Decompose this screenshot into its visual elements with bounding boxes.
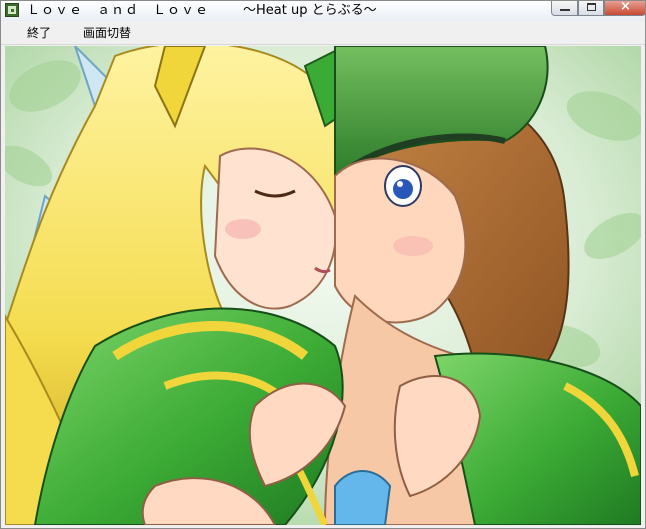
menu-item-exit[interactable]: 終了: [27, 25, 51, 41]
minimize-button[interactable]: [551, 1, 578, 16]
menu-bar: 終了 画面切替: [1, 22, 645, 45]
app-icon[interactable]: [5, 3, 19, 17]
title-bar[interactable]: Ｌｏｖｅ ａｎｄ Ｌｏｖｅ ～Heat up とらぶる～ ×: [1, 1, 645, 21]
game-viewport[interactable]: [5, 46, 641, 525]
window-title: Ｌｏｖｅ ａｎｄ Ｌｏｖｅ: [27, 3, 210, 18]
close-button[interactable]: ×: [604, 0, 645, 16]
close-icon: ×: [620, 0, 631, 14]
application-window: Ｌｏｖｅ ａｎｄ Ｌｏｖｅ ～Heat up とらぶる～ × 終了 画面切替: [0, 0, 646, 529]
maximize-icon: [587, 3, 596, 11]
blue-cloth: [334, 470, 392, 525]
window-subtitle: ～Heat up とらぶる～: [243, 3, 377, 18]
scene-illustration: [5, 46, 641, 525]
maximize-button[interactable]: [578, 1, 604, 16]
minimize-icon: [560, 9, 570, 11]
menu-item-screen-switch[interactable]: 画面切替: [83, 25, 131, 41]
